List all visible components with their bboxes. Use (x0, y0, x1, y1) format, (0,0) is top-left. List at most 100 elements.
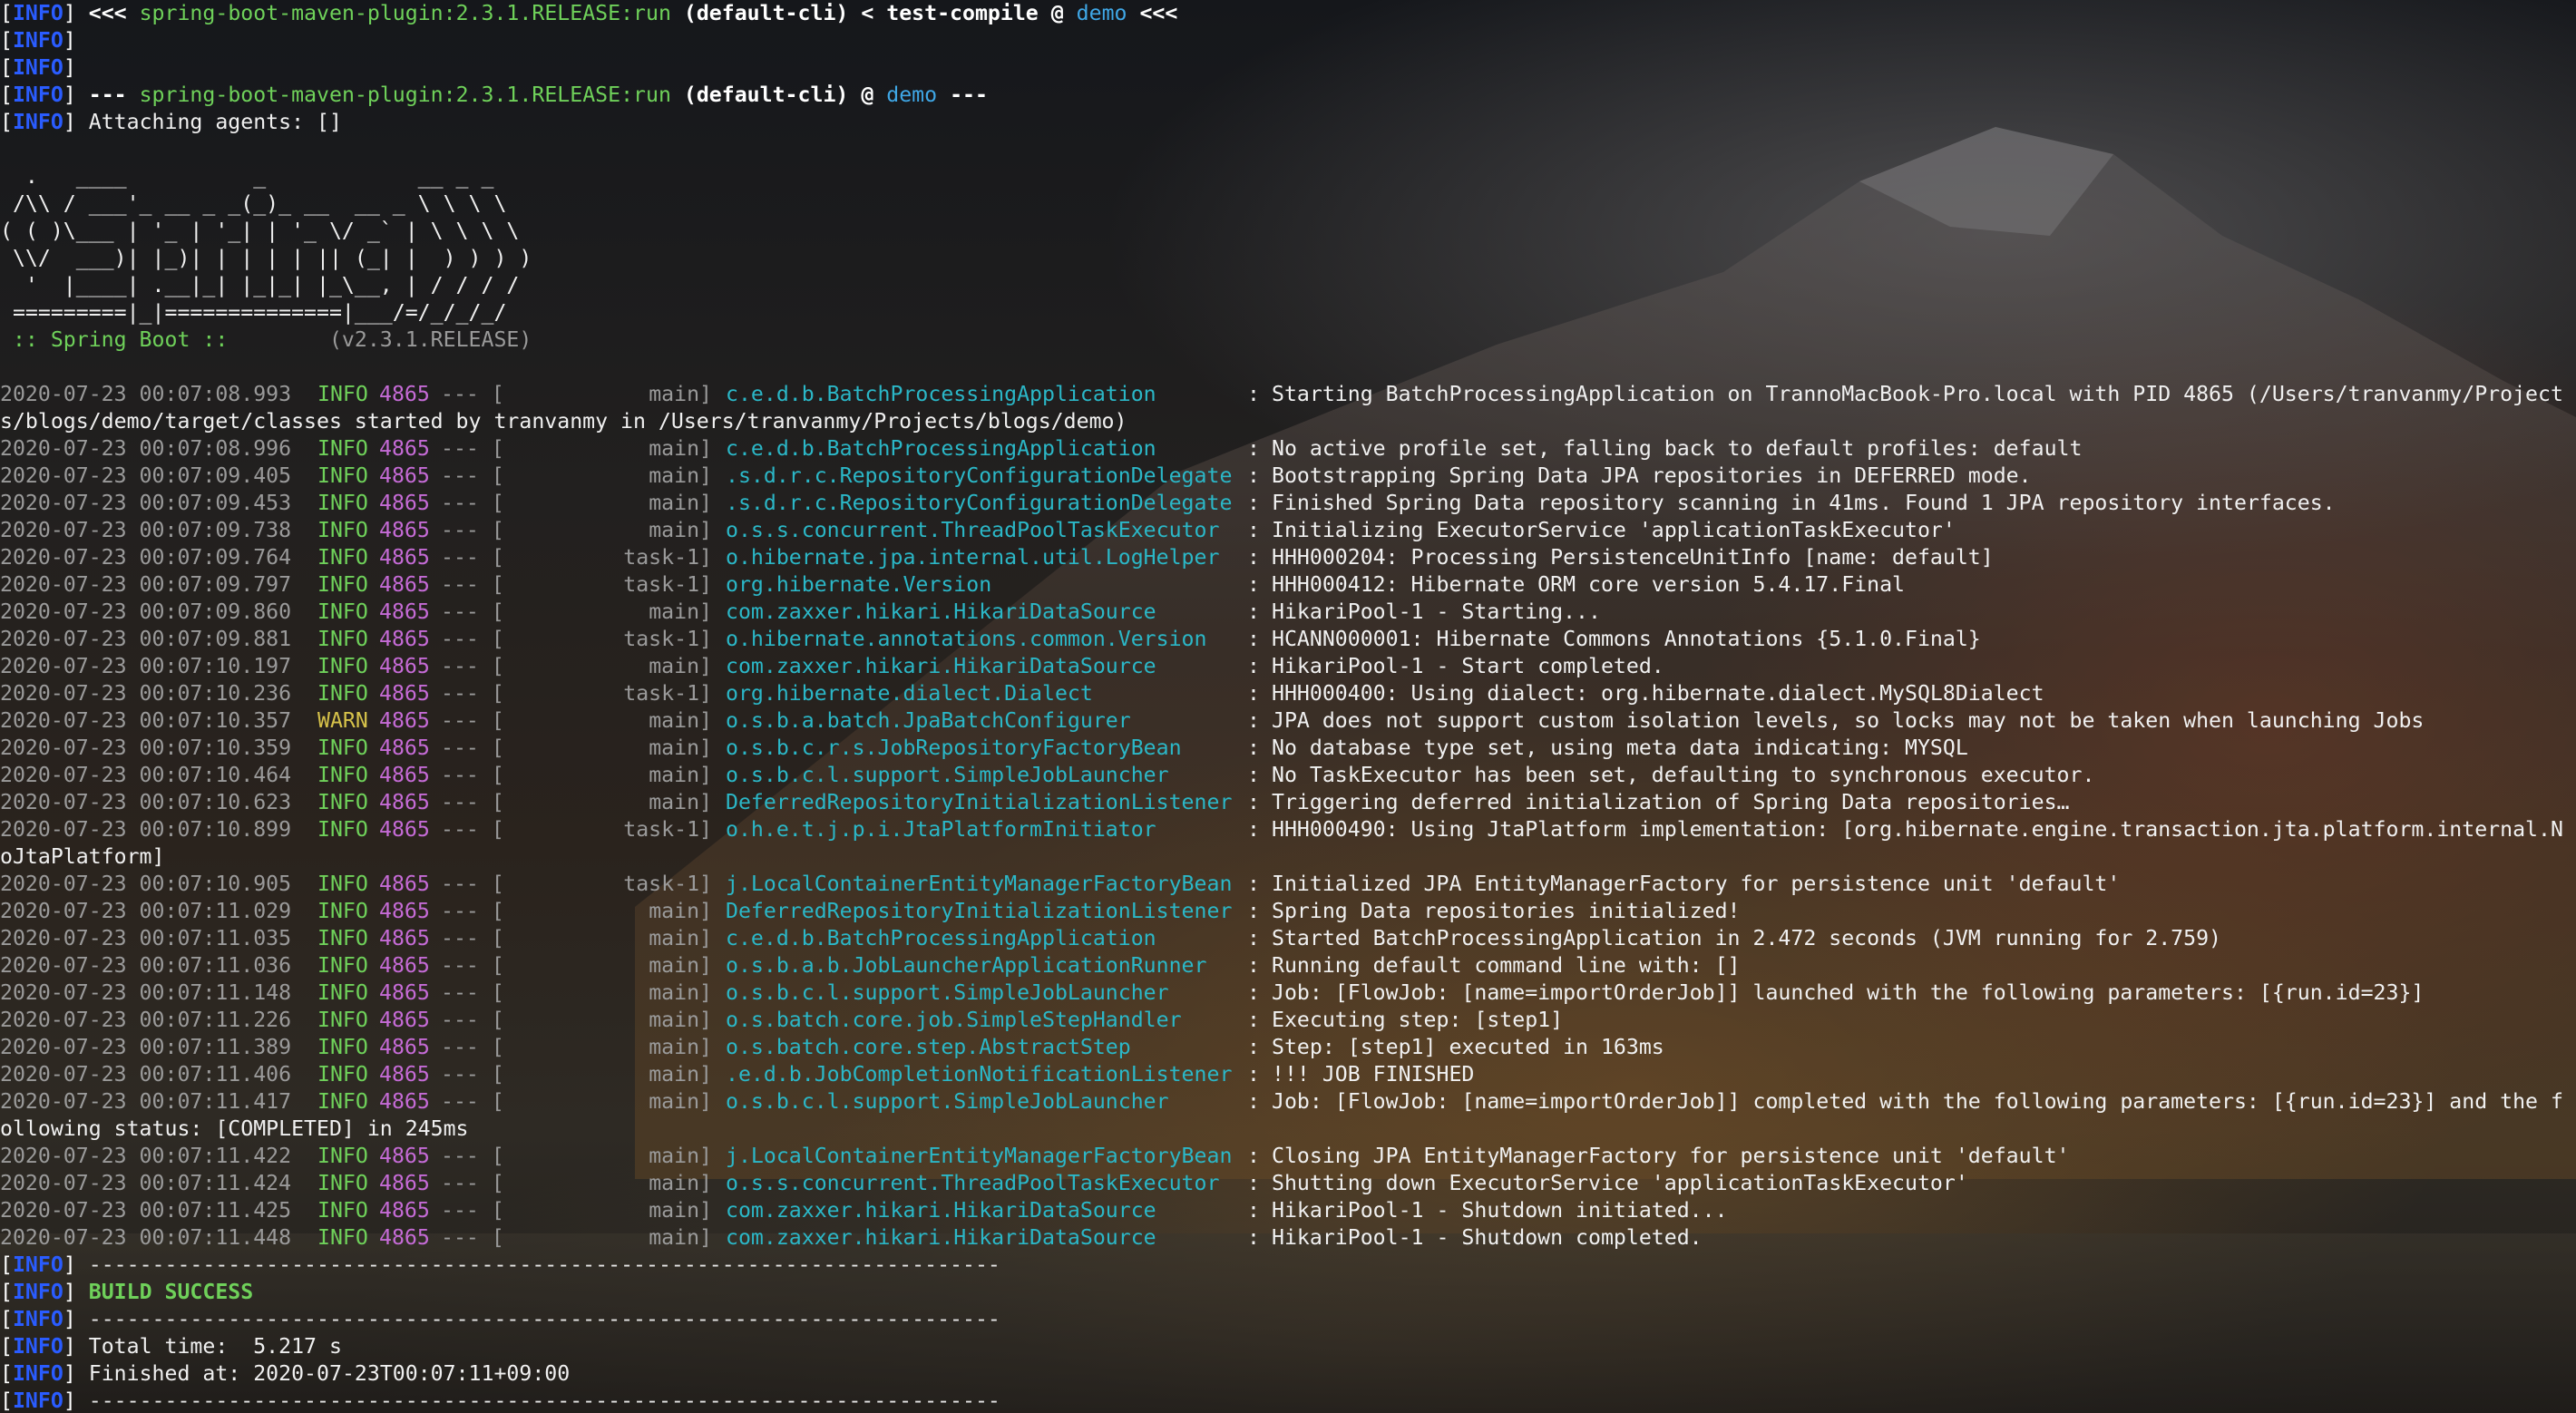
log-logger: .e.d.b.JobCompletionNotificationListener (726, 1062, 1233, 1087)
log-thread: main] (649, 1171, 712, 1195)
log-separator: --- [ (441, 518, 504, 542)
log-message: Spring Data repositories initialized! (1272, 899, 1741, 923)
log-logger: o.s.b.c.l.support.SimpleJobLauncher (726, 980, 1169, 1005)
log-pid: 4865 (379, 926, 430, 950)
maven-footer-line: [INFO] ---------------------------------… (0, 1388, 2576, 1413)
log-colon: : (1247, 708, 1260, 733)
maven-text: <<< (75, 1, 140, 25)
maven-header-line: [INFO] (0, 54, 2576, 82)
log-line: 2020-07-23 00:07:10.197 INFO 4865 --- [main… (0, 653, 2576, 680)
bracket-close: ] (63, 1280, 76, 1304)
log-timestamp: 2020-07-23 00:07:10.357 (0, 708, 292, 733)
bracket-open: [ (0, 1307, 13, 1331)
log-logger: j.LocalContainerEntityManagerFactoryBean (726, 872, 1233, 896)
log-line: 2020-07-23 00:07:09.764 INFO 4865 --- [task… (0, 544, 2576, 571)
log-colon: : (1247, 463, 1260, 488)
log-logger: org.hibernate.dialect.Dialect (726, 681, 1093, 706)
log-thread: task-1] (623, 817, 712, 842)
log-level: INFO (317, 926, 368, 950)
log-timestamp: 2020-07-23 00:07:09.797 (0, 572, 292, 597)
maven-header-line: [INFO] Attaching agents: [] (0, 109, 2576, 136)
log-separator: --- [ (441, 572, 504, 597)
spring-banner-line: ' |____| .__|_| |_|_| |_\__, | / / / / (0, 272, 2576, 299)
log-separator: --- [ (441, 599, 504, 624)
log-message-continuation: ollowing status: [COMPLETED] in 245ms (0, 1116, 469, 1141)
log-level: INFO (317, 980, 368, 1005)
bracket-open: [ (0, 1389, 13, 1413)
log-thread: main] (649, 1089, 712, 1114)
log-level: INFO (317, 736, 368, 760)
maven-info-tag: INFO (12, 110, 63, 134)
bracket-close: ] (63, 55, 76, 80)
log-level: INFO (317, 899, 368, 923)
log-logger: o.hibernate.jpa.internal.util.LogHelper (726, 545, 1220, 570)
log-colon: : (1247, 654, 1260, 678)
bracket-open: [ (0, 1, 13, 25)
log-message: Shutting down ExecutorService 'applicati… (1272, 1171, 1968, 1195)
spring-banner-line: \\/ ___)| |_)| | | | | || (_| | ) ) ) ) (0, 245, 2576, 272)
log-separator: --- [ (441, 953, 504, 978)
log-logger: .s.d.r.c.RepositoryConfigurationDelegate (726, 463, 1233, 488)
log-pid: 4865 (379, 708, 430, 733)
log-colon: : (1247, 736, 1260, 760)
log-separator: --- [ (441, 736, 504, 760)
log-separator: --- [ (441, 627, 504, 651)
log-colon: : (1247, 790, 1260, 814)
log-message: No TaskExecutor has been set, defaulting… (1272, 763, 2095, 787)
log-level: WARN (317, 708, 368, 733)
log-message: HikariPool-1 - Starting... (1272, 599, 1601, 624)
log-level: INFO (317, 790, 368, 814)
log-timestamp: 2020-07-23 00:07:11.226 (0, 1008, 292, 1032)
log-separator: --- [ (441, 545, 504, 570)
log-thread: main] (649, 1035, 712, 1059)
log-pid: 4865 (379, 953, 430, 978)
log-line: 2020-07-23 00:07:11.406 INFO 4865 --- [main… (0, 1061, 2576, 1088)
log-timestamp: 2020-07-23 00:07:11.417 (0, 1089, 292, 1114)
log-timestamp: 2020-07-23 00:07:10.899 (0, 817, 292, 842)
log-colon: : (1247, 627, 1260, 651)
log-timestamp: 2020-07-23 00:07:09.453 (0, 491, 292, 515)
log-colon: : (1247, 953, 1260, 978)
log-logger: o.s.b.c.r.s.JobRepositoryFactoryBean (726, 736, 1182, 760)
bracket-open: [ (0, 1280, 13, 1304)
log-logger: com.zaxxer.hikari.HikariDataSource (726, 1198, 1156, 1223)
terminal-output[interactable]: [INFO] <<< spring-boot-maven-plugin:2.3.… (0, 0, 2576, 1413)
log-timestamp: 2020-07-23 00:07:10.464 (0, 763, 292, 787)
log-timestamp: 2020-07-23 00:07:08.993 (0, 382, 292, 406)
log-line: 2020-07-23 00:07:11.424 INFO 4865 --- [main… (0, 1170, 2576, 1197)
log-line: 2020-07-23 00:07:11.417 INFO 4865 --- [main… (0, 1088, 2576, 1116)
maven-text: demo (886, 83, 938, 107)
log-colon: : (1247, 1171, 1260, 1195)
log-separator: --- [ (441, 1062, 504, 1087)
maven-header-line: [INFO] --- spring-boot-maven-plugin:2.3.… (0, 82, 2576, 109)
log-message: Running default command line with: [] (1272, 953, 1741, 978)
log-logger: o.s.batch.core.job.SimpleStepHandler (726, 1008, 1182, 1032)
log-thread: main] (649, 980, 712, 1005)
log-line: 2020-07-23 00:07:10.905 INFO 4865 --- [task… (0, 871, 2576, 898)
log-timestamp: 2020-07-23 00:07:11.389 (0, 1035, 292, 1059)
log-timestamp: 2020-07-23 00:07:09.860 (0, 599, 292, 624)
log-pid: 4865 (379, 1225, 430, 1250)
log-level: INFO (317, 436, 368, 461)
log-thread: main] (649, 1144, 712, 1168)
log-colon: : (1247, 1198, 1260, 1223)
log-level: INFO (317, 382, 368, 406)
log-separator: --- [ (441, 926, 504, 950)
log-line: 2020-07-23 00:07:10.899 INFO 4865 --- [task… (0, 816, 2576, 843)
log-separator: --- [ (441, 1198, 504, 1223)
log-timestamp: 2020-07-23 00:07:09.881 (0, 627, 292, 651)
log-colon: : (1247, 681, 1260, 706)
log-level: INFO (317, 763, 368, 787)
log-continuation-line: oJtaPlatform] (0, 843, 2576, 871)
log-colon: : (1247, 545, 1260, 570)
terminal-window[interactable]: [INFO] <<< spring-boot-maven-plugin:2.3.… (0, 0, 2576, 1413)
log-colon: : (1247, 872, 1260, 896)
log-colon: : (1247, 1144, 1260, 1168)
bracket-close: ] (63, 1307, 76, 1331)
log-line: 2020-07-23 00:07:11.035 INFO 4865 --- [main… (0, 925, 2576, 952)
maven-info-tag: INFO (12, 1389, 63, 1413)
log-logger: o.s.b.c.l.support.SimpleJobLauncher (726, 1089, 1169, 1114)
maven-info-tag: INFO (12, 1361, 63, 1386)
bracket-open: [ (0, 1334, 13, 1359)
